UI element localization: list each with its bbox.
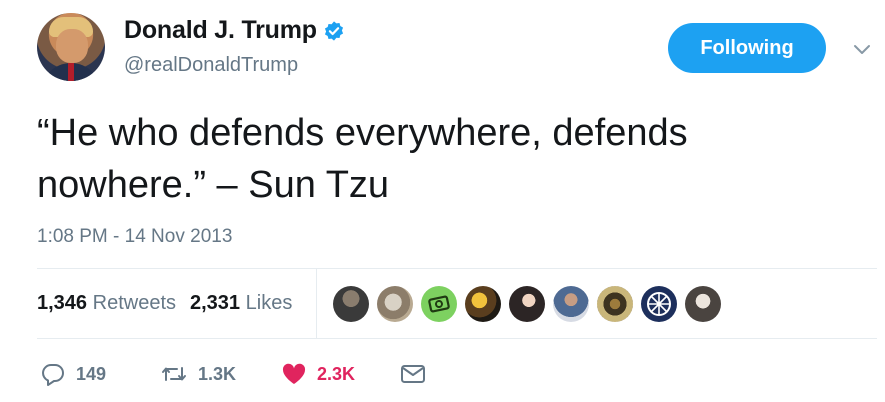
- reply-count: 149: [76, 363, 107, 384]
- stats-divider: [316, 268, 317, 338]
- tweet-text: “He who defends everywhere, defends nowh…: [37, 112, 688, 206]
- profile-avatar[interactable]: [37, 13, 105, 81]
- liker-avatar[interactable]: [509, 286, 545, 322]
- liker-avatar[interactable]: [641, 286, 677, 322]
- message-icon: [401, 365, 425, 383]
- liker-avatar[interactable]: [553, 286, 589, 322]
- divider: [37, 268, 877, 269]
- liker-avatars: [333, 286, 721, 322]
- likes-count: 2,331: [190, 292, 241, 314]
- avatar-face: [56, 29, 88, 63]
- display-name-text[interactable]: Donald J. Trump: [124, 16, 317, 45]
- reply-icon: [42, 364, 64, 386]
- money-icon: [428, 295, 450, 313]
- likes-stat[interactable]: 2,331 Likes: [190, 292, 292, 315]
- likes-label: Likes: [245, 292, 293, 314]
- like-button[interactable]: 2.3K: [281, 362, 355, 386]
- liker-avatar[interactable]: [421, 286, 457, 322]
- liker-avatar[interactable]: [685, 286, 721, 322]
- user-handle[interactable]: @realDonaldTrump: [124, 54, 298, 77]
- liker-avatar[interactable]: [377, 286, 413, 322]
- display-name[interactable]: Donald J. Trump: [124, 16, 345, 45]
- like-count: 2.3K: [317, 363, 356, 384]
- retweets-label: Retweets: [92, 292, 176, 314]
- tweet-actions: 149 1.3K 2.3K: [40, 362, 880, 392]
- direct-message-button[interactable]: [400, 362, 426, 386]
- reply-button[interactable]: 149: [40, 362, 106, 386]
- following-button[interactable]: Following: [668, 23, 826, 73]
- retweet-button[interactable]: 1.3K: [160, 362, 236, 386]
- chevron-down-icon[interactable]: [851, 40, 873, 60]
- heart-icon: [282, 363, 306, 384]
- retweet-count: 1.3K: [198, 363, 237, 384]
- liker-avatar[interactable]: [333, 286, 369, 322]
- liker-avatar[interactable]: [465, 286, 501, 322]
- retweet-icon: [162, 367, 186, 381]
- logo-icon: [647, 292, 671, 316]
- retweets-stat[interactable]: 1,346 Retweets: [37, 292, 176, 315]
- retweets-count: 1,346: [37, 292, 88, 314]
- liker-avatar[interactable]: [597, 286, 633, 322]
- avatar-tie: [68, 63, 74, 81]
- engagement-stats: 1,346 Retweets 2,331 Likes: [37, 292, 292, 315]
- divider: [37, 338, 877, 339]
- verified-badge-icon: [324, 20, 343, 41]
- tweet-timestamp[interactable]: 1:08 PM - 14 Nov 2013: [37, 226, 232, 248]
